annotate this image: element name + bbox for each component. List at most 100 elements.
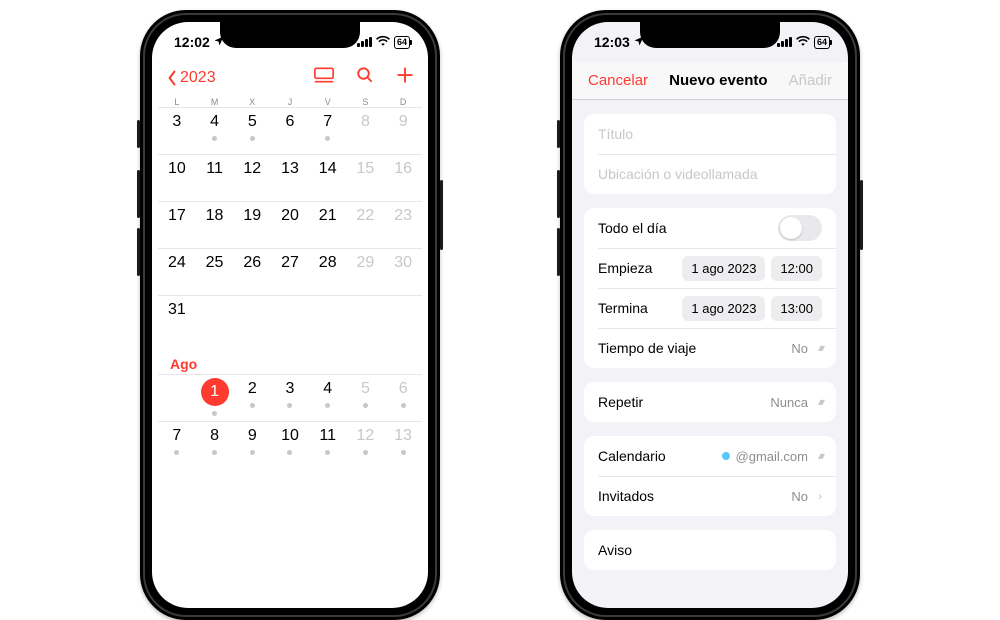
day-number: 20 bbox=[281, 207, 299, 225]
event-dot bbox=[212, 136, 217, 141]
calendar-day[interactable]: 10 bbox=[158, 154, 196, 201]
calendar-day[interactable]: 24 bbox=[158, 248, 196, 295]
allday-toggle[interactable] bbox=[778, 215, 822, 241]
day-number: 6 bbox=[286, 113, 295, 131]
calendar-day[interactable]: 14 bbox=[309, 154, 347, 201]
calendar-day[interactable]: 31 bbox=[158, 295, 196, 342]
calendar-day[interactable]: 6 bbox=[384, 374, 422, 421]
event-dot bbox=[250, 136, 255, 141]
group-title-location bbox=[584, 114, 836, 194]
calendar-day[interactable]: 28 bbox=[309, 248, 347, 295]
day-number: 28 bbox=[319, 254, 337, 272]
calendar-day[interactable]: 20 bbox=[271, 201, 309, 248]
calendar-day[interactable]: 27 bbox=[271, 248, 309, 295]
calendar-color-dot bbox=[722, 452, 730, 460]
alert-row[interactable]: Aviso bbox=[584, 530, 836, 570]
calendar-day[interactable]: 13 bbox=[271, 154, 309, 201]
event-dot bbox=[212, 411, 217, 416]
calendar-day[interactable]: 17 bbox=[158, 201, 196, 248]
ends-row[interactable]: Termina 1 ago 2023 13:00 bbox=[584, 288, 836, 328]
calendar-day[interactable]: 2 bbox=[233, 374, 271, 421]
notch bbox=[640, 22, 780, 48]
day-number: 4 bbox=[323, 380, 332, 398]
calendar-day[interactable]: 18 bbox=[196, 201, 234, 248]
calendar-day[interactable]: 5 bbox=[233, 107, 271, 154]
calendar-day[interactable]: 9 bbox=[233, 421, 271, 468]
calendar-day[interactable]: 30 bbox=[384, 248, 422, 295]
calendar-day[interactable]: 13 bbox=[384, 421, 422, 468]
battery-icon: 64 bbox=[394, 36, 410, 49]
day-number: 18 bbox=[206, 207, 224, 225]
calendar-day[interactable]: 11 bbox=[196, 154, 234, 201]
starts-time[interactable]: 12:00 bbox=[771, 256, 822, 281]
calendar-row[interactable]: Calendario @gmail.com▴▾ bbox=[584, 436, 836, 476]
group-repeat: Repetir Nunca▴▾ bbox=[584, 382, 836, 422]
travel-value: No bbox=[791, 341, 808, 356]
chevron-right-icon: › bbox=[818, 489, 822, 503]
event-dot bbox=[287, 450, 292, 455]
calendar-day[interactable]: 4 bbox=[309, 374, 347, 421]
back-to-year-button[interactable]: 2023 bbox=[166, 69, 216, 87]
starts-label: Empieza bbox=[598, 260, 652, 276]
title-input[interactable] bbox=[598, 126, 822, 142]
calendar-value: @gmail.com bbox=[736, 449, 808, 464]
month-grid-august[interactable]: 12345678910111213 bbox=[152, 374, 428, 468]
calendar-day[interactable]: 12 bbox=[233, 154, 271, 201]
day-number: 27 bbox=[281, 254, 299, 272]
calendar-day[interactable]: 1 bbox=[196, 374, 234, 421]
starts-row[interactable]: Empieza 1 ago 2023 12:00 bbox=[584, 248, 836, 288]
calendar-day[interactable]: 25 bbox=[196, 248, 234, 295]
month-grid-july[interactable]: 3456789101112131415161718192021222324252… bbox=[152, 107, 428, 342]
calendar-day[interactable]: 12 bbox=[347, 421, 385, 468]
calendar-day[interactable]: 15 bbox=[347, 154, 385, 201]
day-number: 17 bbox=[168, 207, 186, 225]
view-mode-icon[interactable] bbox=[314, 67, 334, 88]
group-calendar: Calendario @gmail.com▴▾ Invitados No› bbox=[584, 436, 836, 516]
event-dot bbox=[401, 403, 406, 408]
calendar-day[interactable]: 23 bbox=[384, 201, 422, 248]
calendar-day[interactable]: 6 bbox=[271, 107, 309, 154]
calendar-day[interactable]: 26 bbox=[233, 248, 271, 295]
ends-date[interactable]: 1 ago 2023 bbox=[682, 296, 765, 321]
calendar-day[interactable]: 4 bbox=[196, 107, 234, 154]
calendar-day[interactable]: 7 bbox=[158, 421, 196, 468]
calendar-day[interactable]: 8 bbox=[347, 107, 385, 154]
invitees-row[interactable]: Invitados No› bbox=[584, 476, 836, 516]
day-number: 8 bbox=[210, 427, 219, 445]
month-label: Ago bbox=[152, 342, 428, 374]
calendar-day[interactable]: 22 bbox=[347, 201, 385, 248]
calendar-day[interactable]: 10 bbox=[271, 421, 309, 468]
cancel-button[interactable]: Cancelar bbox=[588, 72, 648, 89]
calendar-day[interactable]: 3 bbox=[158, 107, 196, 154]
search-icon[interactable] bbox=[356, 66, 374, 89]
status-time: 12:03 bbox=[594, 34, 630, 50]
event-dot bbox=[250, 450, 255, 455]
day-number: 12 bbox=[243, 160, 261, 178]
add-event-icon[interactable] bbox=[396, 66, 414, 89]
repeat-row[interactable]: Repetir Nunca▴▾ bbox=[584, 382, 836, 422]
calendar-day[interactable]: 5 bbox=[347, 374, 385, 421]
signal-icon bbox=[777, 37, 792, 47]
calendar-day[interactable]: 11 bbox=[309, 421, 347, 468]
location-input[interactable] bbox=[598, 166, 822, 182]
day-number: 13 bbox=[394, 427, 412, 445]
invitees-label: Invitados bbox=[598, 488, 654, 504]
starts-date[interactable]: 1 ago 2023 bbox=[682, 256, 765, 281]
calendar-day[interactable]: 16 bbox=[384, 154, 422, 201]
calendar-day[interactable]: 29 bbox=[347, 248, 385, 295]
calendar-day[interactable]: 19 bbox=[233, 201, 271, 248]
allday-row[interactable]: Todo el día bbox=[584, 208, 836, 248]
travel-row[interactable]: Tiempo de viaje No▴▾ bbox=[584, 328, 836, 368]
calendar-day[interactable]: 21 bbox=[309, 201, 347, 248]
alert-label: Aviso bbox=[598, 542, 632, 558]
calendar-day[interactable]: 9 bbox=[384, 107, 422, 154]
event-dot bbox=[325, 450, 330, 455]
day-number: 19 bbox=[243, 207, 261, 225]
calendar-day[interactable]: 3 bbox=[271, 374, 309, 421]
status-time: 12:02 bbox=[174, 34, 210, 50]
calendar-day[interactable]: 7 bbox=[309, 107, 347, 154]
add-button[interactable]: Añadir bbox=[789, 72, 832, 89]
day-number: 31 bbox=[168, 301, 186, 319]
ends-time[interactable]: 13:00 bbox=[771, 296, 822, 321]
calendar-day[interactable]: 8 bbox=[196, 421, 234, 468]
